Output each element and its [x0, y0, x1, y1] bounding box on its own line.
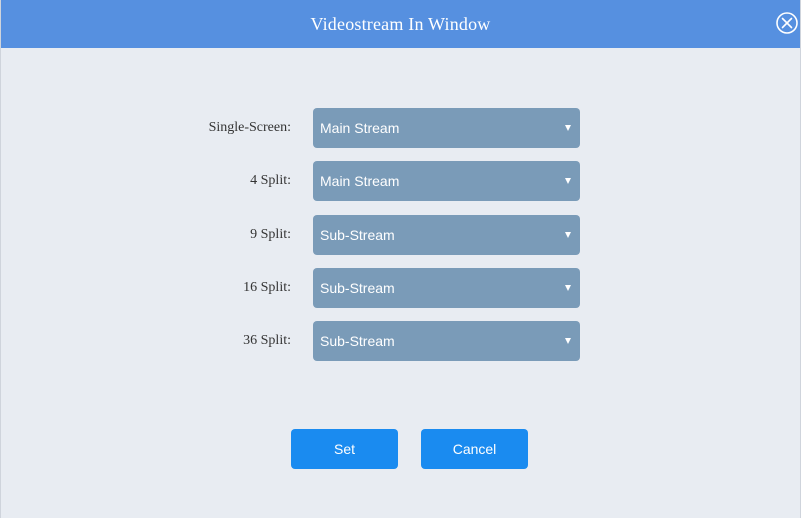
field-label: 16 Split: — [243, 280, 291, 295]
4-split-stream-select[interactable]: Main Stream — [313, 161, 580, 201]
dialog-titlebar: Videostream In Window — [1, 0, 800, 48]
videostream-dialog: Videostream In Window Single-Screen: Mai… — [0, 0, 801, 518]
caret-down-icon — [565, 338, 571, 344]
select-value: Main Stream — [320, 173, 400, 189]
field-label: 36 Split: — [243, 333, 291, 348]
caret-down-icon — [565, 285, 571, 291]
9-split-stream-select[interactable]: Sub-Stream — [313, 215, 580, 255]
caret-down-icon — [565, 232, 571, 238]
caret-down-icon — [565, 125, 571, 131]
36-split-stream-select[interactable]: Sub-Stream — [313, 321, 580, 361]
field-label: 9 Split: — [250, 227, 291, 242]
field-row-36-split: 36 Split: Sub-Stream — [1, 321, 800, 361]
dialog-title: Videostream In Window — [310, 13, 491, 34]
set-button[interactable]: Set — [291, 429, 398, 469]
select-value: Main Stream — [320, 120, 400, 136]
field-row-16-split: 16 Split: Sub-Stream — [1, 268, 800, 308]
16-split-stream-select[interactable]: Sub-Stream — [313, 268, 580, 308]
close-icon[interactable] — [775, 11, 799, 35]
single-screen-stream-select[interactable]: Main Stream — [313, 108, 580, 148]
select-value: Sub-Stream — [320, 280, 395, 296]
caret-down-icon — [565, 178, 571, 184]
field-label: Single-Screen: — [208, 120, 291, 135]
select-value: Sub-Stream — [320, 333, 395, 349]
cancel-button[interactable]: Cancel — [421, 429, 528, 469]
field-label: 4 Split: — [250, 173, 291, 188]
select-value: Sub-Stream — [320, 227, 395, 243]
field-row-single-screen: Single-Screen: Main Stream — [1, 108, 800, 148]
field-row-4-split: 4 Split: Main Stream — [1, 161, 800, 201]
field-row-9-split: 9 Split: Sub-Stream — [1, 215, 800, 255]
